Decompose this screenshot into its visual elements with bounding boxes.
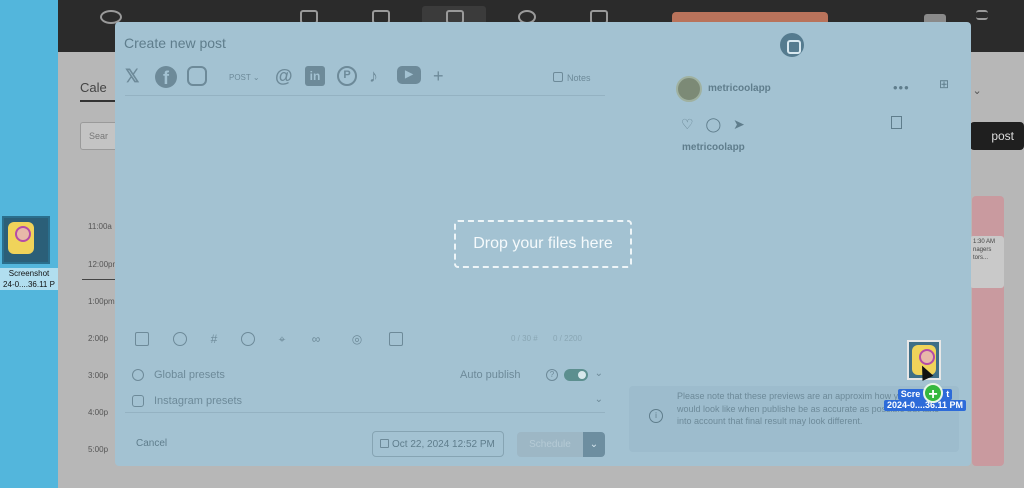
- calendar-event-card[interactable]: 1:30 AM nagers tors...: [970, 236, 1004, 288]
- schedule-button[interactable]: Schedule: [517, 432, 583, 457]
- event-text-line1: nagers: [973, 247, 992, 253]
- avatar: [676, 76, 702, 102]
- comment-icon: ◯: [705, 116, 722, 132]
- menu-icon[interactable]: [976, 10, 988, 20]
- comment-icon[interactable]: [241, 332, 255, 346]
- location-pin-icon[interactable]: ⌖: [275, 332, 289, 346]
- instagram-icon[interactable]: [187, 66, 207, 86]
- schedule-date-label: Oct 22, 2024 12:52 PM: [392, 439, 495, 450]
- settings-gear-icon: [132, 369, 144, 381]
- more-options-icon[interactable]: •••: [893, 80, 910, 95]
- desktop-strip: Screenshot 24-0....36.11 P: [0, 0, 58, 488]
- time-label: 5:00p: [88, 445, 109, 454]
- time-label: 3:00p: [88, 371, 109, 380]
- divider: [125, 95, 605, 96]
- file-name-line2: 24-0....36.11 P: [3, 280, 55, 289]
- global-presets-label: Global presets: [154, 369, 225, 381]
- post-type-label: POST: [229, 73, 251, 82]
- file-name-line1: Screenshot: [8, 269, 50, 278]
- modal-title: Create new post: [124, 35, 226, 51]
- instagram-presets-row[interactable]: Instagram presets ⌄: [132, 392, 607, 412]
- desktop-file-icon[interactable]: [2, 216, 50, 264]
- schedule-date-button[interactable]: Oct 22, 2024 12:52 PM: [372, 431, 504, 457]
- drop-zone-text: Drop your files here: [473, 235, 613, 252]
- pinterest-icon[interactable]: P: [337, 66, 357, 86]
- time-label: 4:00p: [88, 408, 109, 417]
- search-placeholder: Sear: [89, 131, 109, 141]
- share-icon: ➤: [733, 116, 745, 132]
- file-drop-zone[interactable]: Drop your files here: [454, 220, 632, 268]
- threads-icon[interactable]: @: [275, 66, 293, 88]
- editor-toolbar: # ⌖ ∞ ◎ 0 / 30 # 0 / 2200: [135, 332, 605, 350]
- network-selector-row: 𝕏 f POST ⌄ @ in P ♪ ▶ + Notes: [125, 66, 605, 90]
- add-network-icon[interactable]: +: [433, 66, 444, 88]
- instagram-small-icon: [132, 395, 144, 407]
- auto-publish-toggle[interactable]: [564, 369, 588, 381]
- youtube-icon[interactable]: ▶: [397, 66, 421, 84]
- info-icon: i: [649, 409, 663, 423]
- calendar-tab[interactable]: Cale: [80, 80, 116, 102]
- ai-assistant-icon[interactable]: ◎: [347, 332, 367, 346]
- instagram-post-type-dropdown[interactable]: POST ⌄: [229, 73, 260, 82]
- divider: [125, 412, 605, 413]
- calendar-icon: [380, 439, 389, 448]
- emoji-icon[interactable]: [173, 332, 187, 346]
- heart-icon: ♡: [681, 116, 694, 132]
- notes-icon: [553, 72, 563, 82]
- schedule-options-dropdown[interactable]: ⌄: [583, 432, 605, 457]
- create-post-modal: Create new post 𝕏 f POST ⌄ @ in P ♪ ▶ + …: [115, 22, 971, 466]
- event-time: 1:30 AM: [973, 239, 996, 245]
- hashtag-counter: 0 / 30 #: [511, 334, 538, 343]
- grid-view-icon[interactable]: ⊞: [939, 78, 951, 90]
- tiktok-icon[interactable]: ♪: [369, 66, 378, 88]
- search-input[interactable]: Sear: [80, 122, 120, 150]
- bookmark-icon[interactable]: [389, 332, 403, 346]
- linkedin-icon[interactable]: in: [305, 66, 325, 86]
- thumbnail-image: [8, 222, 34, 254]
- cancel-button[interactable]: Cancel: [136, 438, 167, 449]
- chevron-down-icon[interactable]: ⌄: [595, 368, 603, 379]
- x-twitter-icon[interactable]: 𝕏: [125, 66, 140, 88]
- chevron-down-icon[interactable]: ⌄: [595, 394, 603, 405]
- desktop-file-label[interactable]: Screenshot 24-0....36.11 P: [0, 268, 58, 290]
- instagram-presets-label: Instagram presets: [154, 395, 243, 407]
- link-icon[interactable]: ∞: [309, 332, 323, 346]
- create-post-label: post: [991, 129, 1014, 143]
- facebook-icon[interactable]: f: [155, 66, 177, 88]
- time-label: 2:00p: [88, 334, 109, 343]
- event-text-line2: tors...: [973, 255, 989, 261]
- hashtag-icon[interactable]: #: [207, 332, 221, 346]
- time-label: 11:00a: [88, 222, 112, 231]
- bookmark-icon: [891, 116, 902, 129]
- notes-label: Notes: [567, 73, 591, 83]
- dragged-file-name: 2024-0....36.11 PM: [883, 400, 967, 411]
- instagram-preview-icon[interactable]: [780, 33, 804, 57]
- help-icon[interactable]: ?: [546, 369, 558, 381]
- notes-button[interactable]: Notes: [553, 72, 591, 83]
- auto-publish-label: Auto publish: [460, 369, 521, 381]
- preview-caption-username: metricoolapp: [682, 142, 745, 153]
- character-counter: 0 / 2200: [553, 334, 582, 343]
- time-label: 1:00pm: [88, 297, 115, 306]
- media-gallery-icon[interactable]: [135, 332, 149, 346]
- preview-actions: ♡ ◯ ➤: [681, 116, 745, 133]
- copy-plus-icon: +: [923, 383, 943, 403]
- preview-username: metricoolapp: [708, 83, 771, 94]
- global-presets-row[interactable]: Global presets Auto publish ? ⌄: [132, 366, 607, 386]
- create-post-button[interactable]: post: [970, 122, 1024, 150]
